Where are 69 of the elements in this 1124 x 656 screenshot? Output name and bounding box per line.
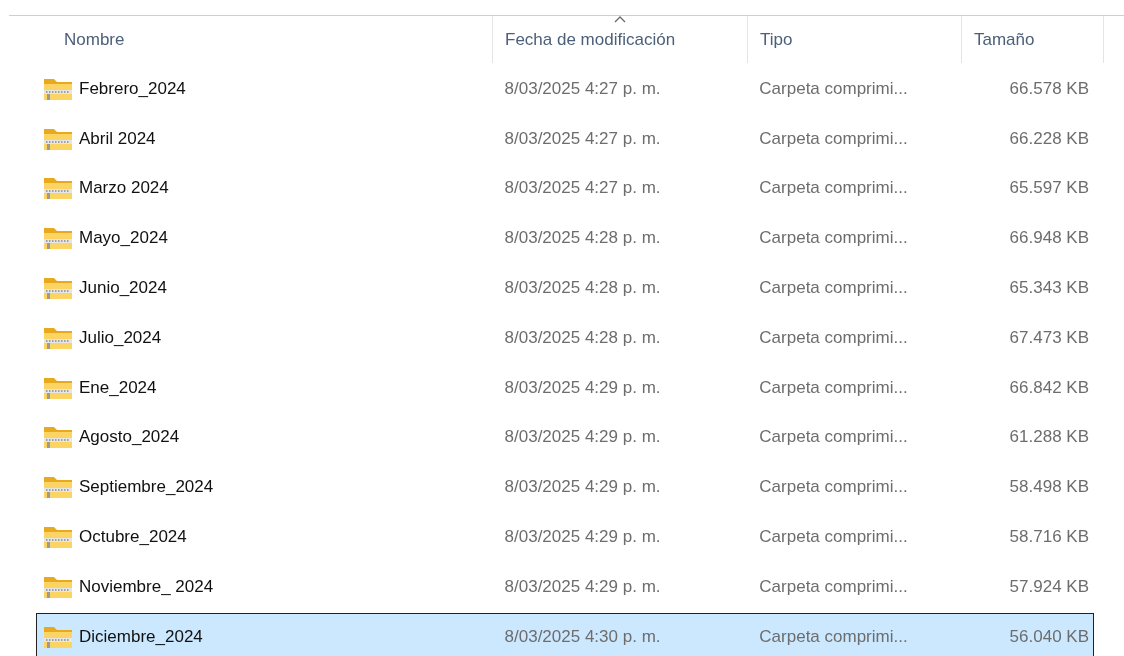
file-name: Ene_2024 [79, 377, 157, 398]
file-row[interactable]: Marzo 2024 8/03/2025 4:27 p. m. Carpeta comprimi... 65.597 KB [36, 164, 1094, 213]
file-row[interactable]: Abril 2024 8/03/2025 4:27 p. m. Carpeta comprimi... 66.228 KB [36, 114, 1094, 163]
file-row[interactable]: Noviembre_ 2024 8/03/2025 4:29 p. m. Carpeta comprimi... 57.924 KB [36, 562, 1094, 611]
file-name: Marzo 2024 [79, 178, 169, 199]
modified-date: 8/03/2025 4:28 p. m. [503, 228, 662, 249]
zipped-folder-icon [43, 225, 73, 252]
file-type: Carpeta comprimi... [758, 626, 909, 647]
file-row[interactable]: Agosto_2024 8/03/2025 4:29 p. m. Carpeta comprimi... 61.288 KB [36, 413, 1094, 462]
modified-date: 8/03/2025 4:27 p. m. [503, 128, 662, 149]
file-size: 56.040 KB [1008, 626, 1090, 647]
file-row[interactable]: Ene_2024 8/03/2025 4:29 p. m. Carpeta comprimi... 66.842 KB [36, 363, 1094, 412]
modified-date: 8/03/2025 4:28 p. m. [503, 327, 662, 348]
column-header[interactable]: Tamaño [974, 29, 1035, 50]
column-header[interactable]: Nombre [64, 29, 125, 50]
file-name: Julio_2024 [79, 327, 162, 348]
file-name: Octubre_2024 [79, 526, 187, 547]
modified-date: 8/03/2025 4:28 p. m. [503, 278, 662, 298]
file-type: Carpeta comprimi... [758, 327, 909, 348]
file-size: 65.343 KB [1008, 278, 1090, 298]
file-type: Carpeta comprimi... [758, 377, 909, 398]
modified-date: 8/03/2025 4:30 p. m. [503, 626, 662, 647]
file-name: Diciembre_2024 [79, 626, 203, 647]
file-type: Carpeta comprimi... [758, 78, 909, 99]
file-size: 66.842 KB [1008, 377, 1090, 398]
file-name: Septiembre_2024 [79, 477, 214, 498]
file-size: 67.473 KB [1008, 327, 1090, 348]
file-size: 58.498 KB [1008, 477, 1090, 498]
file-type: Carpeta comprimi... [758, 427, 909, 448]
file-name: Febrero_2024 [79, 78, 186, 99]
modified-date: 8/03/2025 4:29 p. m. [503, 576, 662, 597]
modified-date: 8/03/2025 4:29 p. m. [503, 477, 662, 498]
file-type: Carpeta comprimi... [758, 576, 909, 597]
file-name: Mayo_2024 [79, 228, 168, 249]
column-header[interactable]: Fecha de modificación [505, 29, 676, 50]
zipped-folder-icon [43, 474, 73, 501]
modified-date: 8/03/2025 4:29 p. m. [503, 377, 662, 398]
file-name: Agosto_2024 [79, 427, 180, 448]
modified-date: 8/03/2025 4:29 p. m. [503, 526, 662, 547]
file-type: Carpeta comprimi... [758, 178, 909, 199]
file-size: 61.288 KB [1008, 427, 1090, 448]
file-name: Junio_2024 [79, 278, 167, 298]
file-name: Noviembre_ 2024 [79, 576, 214, 597]
zipped-folder-icon [43, 275, 73, 301]
file-type: Carpeta comprimi... [758, 128, 909, 149]
file-size: 58.716 KB [1008, 526, 1090, 547]
file-size: 66.948 KB [1008, 228, 1090, 249]
file-type: Carpeta comprimi... [758, 278, 909, 298]
file-type: Carpeta comprimi... [758, 477, 909, 498]
file-type: Carpeta comprimi... [758, 228, 909, 249]
file-row[interactable]: Junio_2024 8/03/2025 4:28 p. m. Carpeta comprimi... 65.343 KB [36, 264, 1094, 312]
zipped-folder-icon [43, 175, 73, 202]
file-size: 65.597 KB [1008, 178, 1090, 199]
modified-date: 8/03/2025 4:27 p. m. [503, 78, 662, 99]
file-type: Carpeta comprimi... [758, 526, 909, 547]
file-row[interactable]: Septiembre_2024 8/03/2025 4:29 p. m. Carpeta comprimi... 58.498 KB [36, 463, 1094, 512]
column-header[interactable]: Tipo [760, 29, 793, 50]
file-row[interactable]: Octubre_2024 8/03/2025 4:29 p. m. Carpeta comprimi... 58.716 KB [36, 512, 1094, 561]
modified-date: 8/03/2025 4:29 p. m. [503, 427, 662, 448]
file-size: 57.924 KB [1008, 576, 1090, 597]
file-row[interactable]: Julio_2024 8/03/2025 4:28 p. m. Carpeta comprimi... 67.473 KB [36, 313, 1094, 362]
file-size: 66.578 KB [1008, 78, 1090, 99]
file-row[interactable]: Diciembre_2024 8/03/2025 4:30 p. m. Carpeta comprimi... 56.040 KB [36, 612, 1094, 656]
file-size: 66.228 KB [1008, 128, 1090, 149]
file-row[interactable]: Febrero_2024 8/03/2025 4:27 p. m. Carpeta comprimi... 66.578 KB [36, 64, 1094, 113]
file-name: Abril 2024 [79, 128, 156, 149]
modified-date: 8/03/2025 4:27 p. m. [503, 178, 662, 199]
zipped-folder-icon [43, 424, 73, 451]
file-row[interactable]: Mayo_2024 8/03/2025 4:28 p. m. Carpeta comprimi... 66.948 KB [36, 214, 1094, 263]
